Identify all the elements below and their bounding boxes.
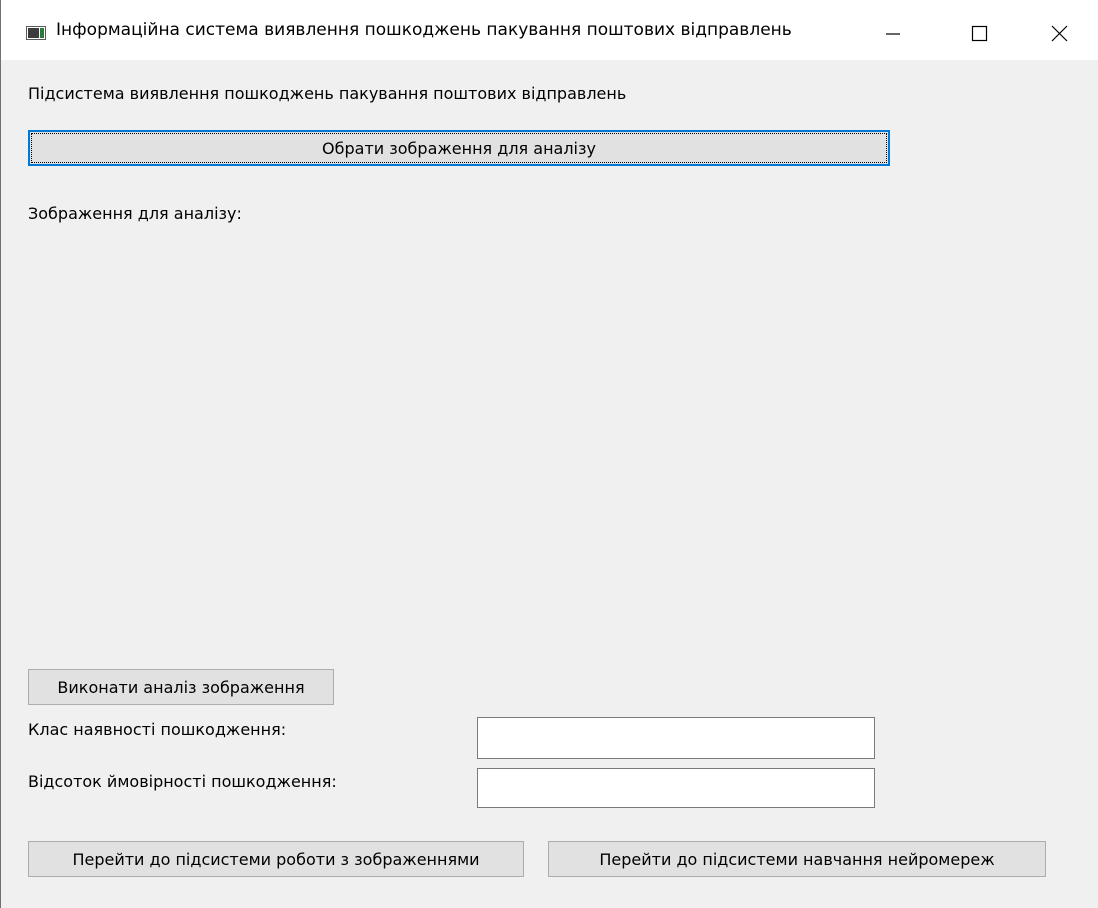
select-image-button-label: Обрати зображення для аналізу bbox=[322, 138, 596, 158]
image-subsystem-button-label: Перейти до підсистеми роботи з зображенн… bbox=[72, 849, 480, 869]
app-window: Інформаційна система виявлення пошкоджен… bbox=[0, 0, 1098, 908]
title-bar[interactable]: Інформаційна система виявлення пошкоджен… bbox=[1, 0, 1098, 60]
app-icon bbox=[26, 26, 46, 40]
close-button[interactable] bbox=[1041, 12, 1087, 52]
select-image-button[interactable]: Обрати зображення для аналізу bbox=[28, 130, 890, 166]
image-subsystem-button[interactable]: Перейти до підсистеми роботи з зображенн… bbox=[28, 841, 524, 877]
damage-class-field[interactable] bbox=[477, 717, 875, 759]
close-icon bbox=[1051, 25, 1068, 42]
minimize-icon bbox=[886, 33, 900, 35]
minimize-button[interactable] bbox=[873, 12, 919, 52]
training-subsystem-button[interactable]: Перейти до підсистеми навчання нейромере… bbox=[548, 841, 1046, 877]
subsystem-title: Підсистема виявлення пошкоджень пакуванн… bbox=[28, 84, 627, 103]
maximize-button[interactable] bbox=[959, 12, 1005, 52]
training-subsystem-button-label: Перейти до підсистеми навчання нейромере… bbox=[599, 849, 995, 869]
damage-probability-label: Відсоток ймовірності пошкодження: bbox=[28, 772, 337, 791]
analysis-image-area bbox=[26, 240, 886, 650]
analyze-image-button-label: Виконати аналіз зображення bbox=[57, 677, 305, 697]
window-title: Інформаційна система виявлення пошкоджен… bbox=[56, 20, 792, 40]
analyze-image-button[interactable]: Виконати аналіз зображення bbox=[28, 669, 334, 705]
damage-probability-field[interactable] bbox=[477, 768, 875, 808]
damage-class-label: Клас наявності пошкодження: bbox=[28, 720, 287, 739]
maximize-icon bbox=[971, 25, 988, 42]
image-for-analysis-label: Зображення для аналізу: bbox=[28, 204, 242, 223]
